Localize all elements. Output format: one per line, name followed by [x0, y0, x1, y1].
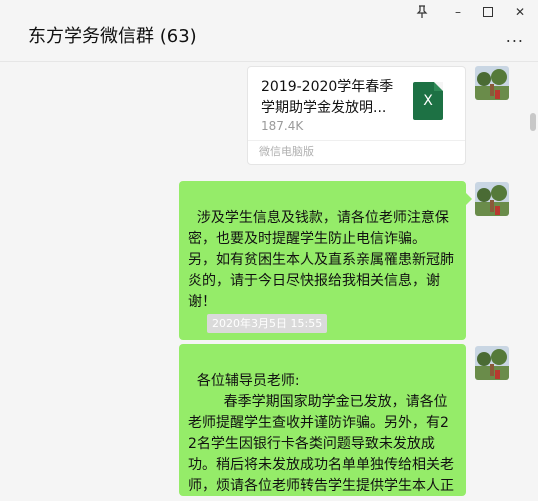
maximize-button[interactable] [476, 2, 500, 22]
message-text: 各位辅导员老师: 春季学期国家助学金已发放，请各位老师提醒学生查收并谨防诈骗。另… [188, 373, 454, 494]
close-button[interactable]: ✕ [508, 2, 532, 22]
minimize-button[interactable]: – [446, 2, 470, 22]
file-size: 187.4K [261, 119, 304, 133]
avatar[interactable] [475, 346, 509, 380]
pin-icon[interactable] [410, 2, 434, 22]
timestamp: 2020年3月5日 15:55 [207, 314, 328, 333]
title-bar: 东方学务微信群 (63) – ✕ ... [0, 0, 538, 62]
message-bubble[interactable]: 各位辅导员老师: 春季学期国家助学金已发放，请各位老师提醒学生查收并谨防诈骗。另… [179, 344, 466, 496]
avatar[interactable] [475, 66, 509, 100]
file-message-card[interactable]: 2019-2020学年春季学期助学金发放明... 187.4K X 微信电脑版 [247, 66, 466, 165]
file-source-label: 微信电脑版 [248, 140, 465, 164]
more-options-icon[interactable]: ... [506, 29, 524, 45]
file-name: 2019-2020学年春季学期助学金发放明... [261, 79, 394, 116]
scrollbar-thumb[interactable] [530, 113, 536, 131]
avatar[interactable] [475, 182, 509, 216]
excel-icon: X [413, 82, 443, 120]
chat-title: 东方学务微信群 (63) [28, 26, 197, 47]
message-text: 涉及学生信息及钱款，请各位老师注意保密，也要及时提醒学生防止电信诈骗。 另，如有… [188, 210, 454, 310]
